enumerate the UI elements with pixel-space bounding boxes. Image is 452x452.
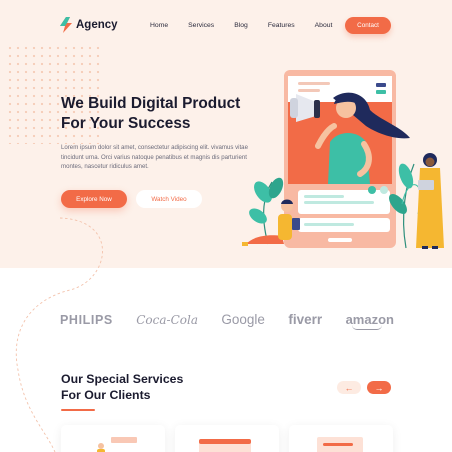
service-card[interactable]	[289, 425, 393, 452]
client-logos: PHILIPS Coca-Cola Google fiverr amazon	[60, 312, 394, 330]
philips-logo: PHILIPS	[60, 312, 113, 327]
arrow-left-icon: ←	[344, 382, 354, 393]
service-illustration	[317, 437, 363, 452]
brand-name: Agency	[76, 19, 118, 31]
service-illustration	[97, 437, 137, 452]
contact-button[interactable]: Contact	[345, 17, 391, 34]
hero-illustration	[242, 70, 444, 249]
nav-item-services[interactable]: Services	[188, 22, 214, 29]
google-logo: Google	[221, 312, 265, 327]
explore-now-button[interactable]: Explore Now	[61, 190, 127, 208]
hero-title: We Build Digital Product For Your Succes…	[61, 94, 261, 134]
lightning-logo-icon	[60, 17, 72, 33]
service-card[interactable]	[61, 425, 165, 452]
carousel-next-button[interactable]: →	[367, 381, 391, 394]
nav-item-about[interactable]: About	[315, 22, 333, 29]
arrow-right-icon: →	[374, 382, 384, 393]
service-illustration	[199, 439, 251, 452]
hero-title-line-1: We Build Digital Product	[61, 95, 241, 112]
service-card[interactable]	[175, 425, 279, 452]
main-nav: Home Services Blog Features About	[150, 22, 352, 29]
nav-item-home[interactable]: Home	[150, 22, 168, 29]
watch-video-button[interactable]: Watch Video	[136, 190, 202, 208]
standing-woman-illustration	[416, 153, 444, 249]
nav-item-features[interactable]: Features	[268, 22, 295, 29]
services-title-line-2: For Our Clients	[61, 387, 151, 402]
coca-cola-logo: Coca-Cola	[136, 312, 198, 327]
services-title: Our Special Services For Our Clients	[61, 372, 221, 403]
nav-item-blog[interactable]: Blog	[234, 22, 248, 29]
hero-title-line-2: For Your Success	[61, 115, 191, 132]
brand-logo[interactable]: Agency	[60, 17, 118, 33]
amazon-logo: amazon	[345, 312, 394, 330]
fiverr-logo: fiverr	[288, 312, 323, 327]
title-underline	[61, 409, 95, 411]
services-title-line-1: Our Special Services	[61, 372, 184, 386]
hero-description: Lorem ipsum dolor sit amet, consectetur …	[61, 144, 248, 171]
carousel-prev-button[interactable]: ←	[337, 381, 361, 394]
